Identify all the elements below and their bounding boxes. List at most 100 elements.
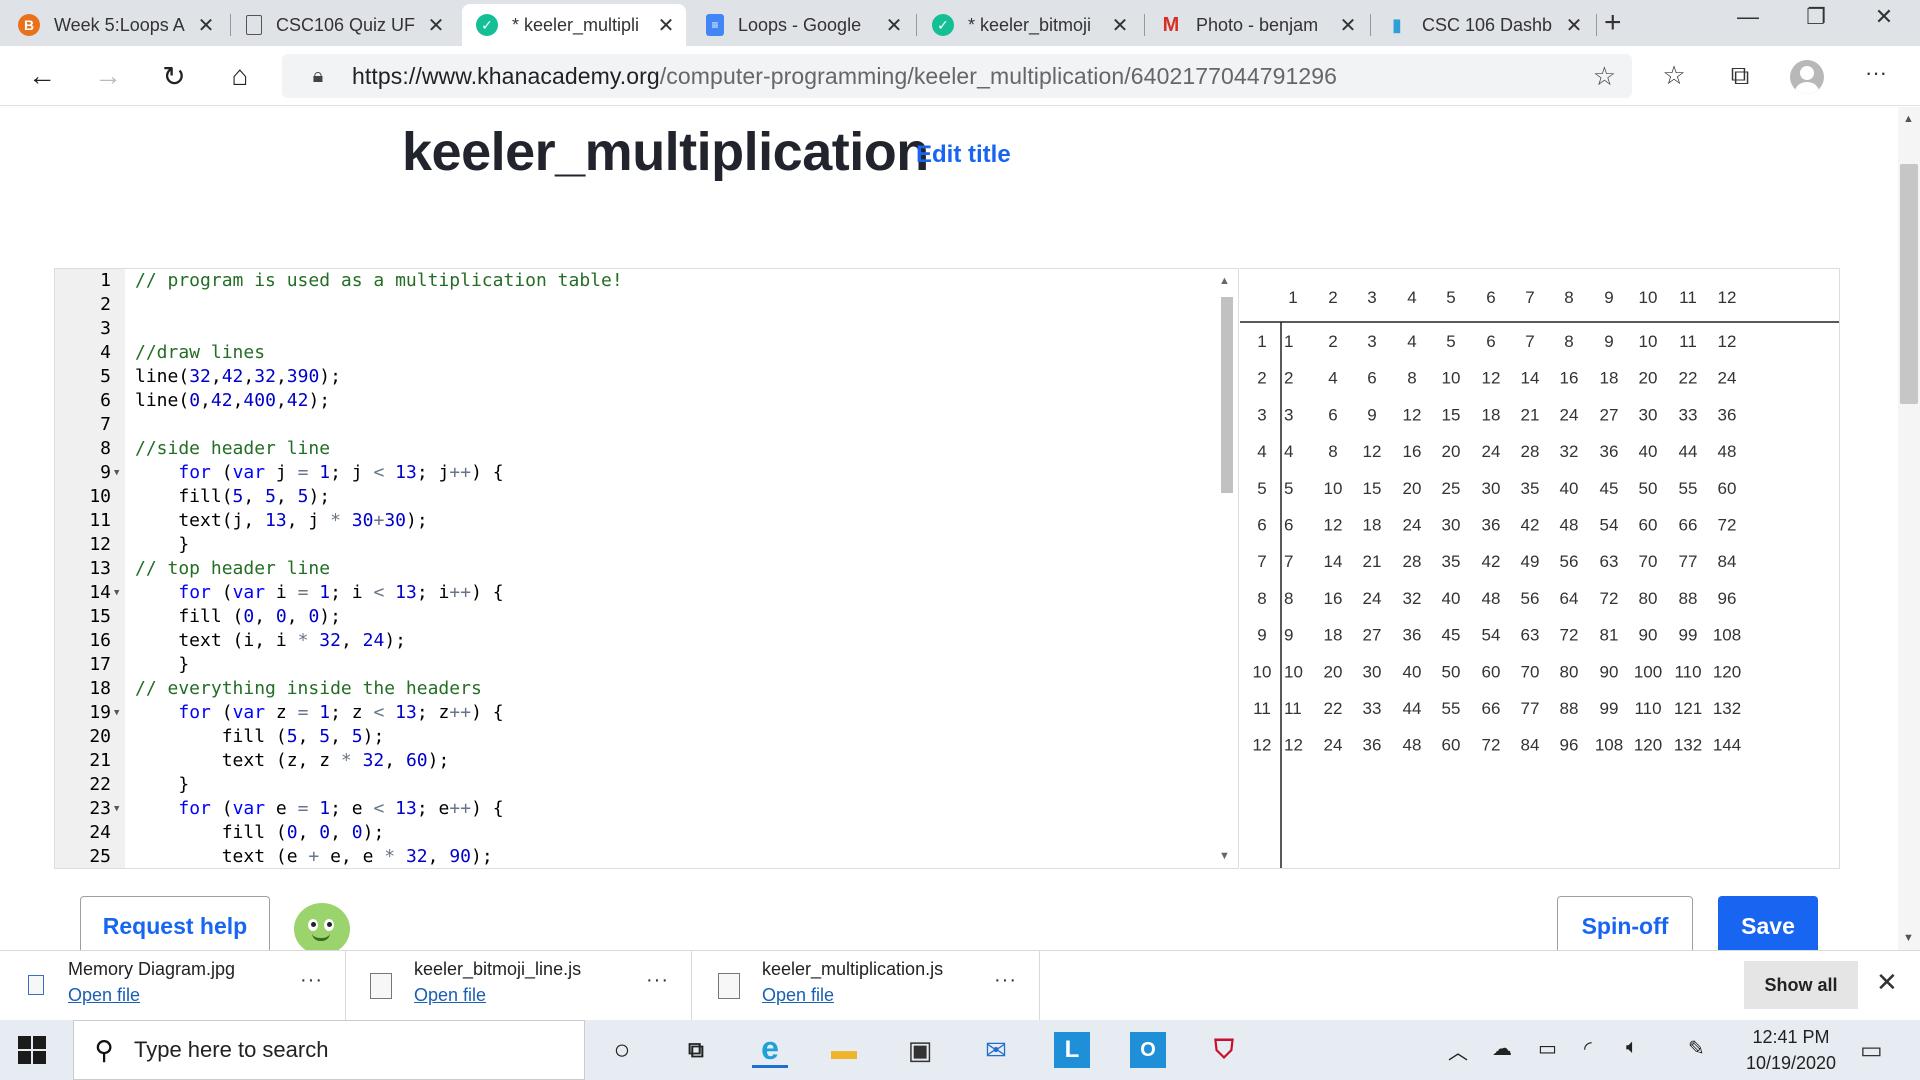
tab-keeler-bitmoji[interactable]: ✓ * keeler_bitmoji ✕	[918, 4, 1140, 46]
code-line[interactable]: 24 fill (0, 0, 0);	[55, 821, 1215, 845]
notification-icon[interactable]: ▭	[1860, 1036, 1883, 1065]
o-app-icon[interactable]: O	[1130, 1032, 1166, 1068]
close-downloads-icon[interactable]: ✕	[1876, 967, 1898, 998]
code-line[interactable]: 19 ▼ for (var z = 1; z < 13; z++) {	[55, 701, 1215, 725]
code-line[interactable]: 4 //draw lines	[55, 341, 1215, 365]
page-scrollbar[interactable]: ▲ ▼	[1898, 107, 1920, 950]
profile-avatar[interactable]	[1790, 60, 1824, 94]
tab-week5-loops[interactable]: B Week 5:Loops A ✕	[4, 4, 226, 46]
l-app-icon[interactable]: L	[1054, 1032, 1090, 1068]
open-file-link[interactable]: Open file	[762, 985, 834, 1006]
tab-keeler-multiplication[interactable]: ✓ * keeler_multipli ✕	[462, 4, 686, 46]
edge-browser-icon[interactable]: e	[752, 1030, 788, 1068]
minimize-icon[interactable]: —	[1728, 4, 1768, 30]
code-line[interactable]: 9 ▼ for (var j = 1; j < 13; j++) {	[55, 461, 1215, 485]
open-file-link[interactable]: Open file	[68, 985, 140, 1006]
page-scrollbar-thumb[interactable]	[1900, 164, 1918, 404]
download-item[interactable]: keeler_bitmoji_line.js Open file ···	[346, 951, 692, 1021]
fold-arrow-icon[interactable]: ▼	[114, 701, 119, 725]
close-icon[interactable]: ✕	[1338, 13, 1358, 38]
scroll-down-icon[interactable]: ▼	[1903, 932, 1914, 944]
volume-icon[interactable]: 🔈︎	[1626, 1036, 1638, 1059]
fold-arrow-icon[interactable]: ▼	[114, 461, 119, 485]
scroll-up-icon[interactable]: ▲	[1219, 275, 1230, 287]
code-line[interactable]: 5 line(32,42,32,390);	[55, 365, 1215, 389]
back-arrow-icon[interactable]: ←	[24, 58, 60, 94]
save-button[interactable]: Save	[1718, 896, 1818, 956]
restore-icon[interactable]: ❐	[1796, 4, 1836, 30]
code-line[interactable]: 14 ▼ for (var i = 1; i < 13; i++) {	[55, 581, 1215, 605]
scrollbar-thumb[interactable]	[1221, 297, 1233, 493]
code-line[interactable]: 21 text (z, z * 32, 60);	[55, 749, 1215, 773]
system-clock[interactable]: 12:41 PM 10/19/2020	[1736, 1024, 1846, 1076]
code-line[interactable]: 23 ▼ for (var e = 1; e < 13; e++) {	[55, 797, 1215, 821]
store-icon[interactable]: ▣	[902, 1032, 938, 1068]
pen-icon[interactable]: ✎	[1688, 1036, 1705, 1061]
refresh-icon[interactable]: ↻	[156, 58, 192, 94]
code-line[interactable]: 11 text(j, 13, j * 30+30);	[55, 509, 1215, 533]
code-line[interactable]: 6 line(0,42,400,42);	[55, 389, 1215, 413]
tab-gmail-photo[interactable]: M Photo - benjam ✕	[1146, 4, 1368, 46]
open-file-link[interactable]: Open file	[414, 985, 486, 1006]
window-close-icon[interactable]: ✕	[1864, 4, 1904, 30]
close-icon[interactable]: ✕	[1564, 13, 1584, 38]
mascot-avatar-icon[interactable]	[294, 903, 350, 955]
scroll-up-icon[interactable]: ▲	[1903, 113, 1914, 125]
address-bar[interactable]: 🔒︎ https://www.khanacademy.org/computer-…	[282, 54, 1632, 98]
code-line[interactable]: 18 // everything inside the headers	[55, 677, 1215, 701]
code-line[interactable]: 15 fill (0, 0, 0);	[55, 605, 1215, 629]
tab-csc106-dashboard[interactable]: ▮ CSC 106 Dashb ✕	[1372, 4, 1594, 46]
close-icon[interactable]: ✕	[656, 13, 676, 38]
mail-icon[interactable]: ✉	[978, 1032, 1014, 1068]
new-tab-plus-icon[interactable]: +	[1604, 6, 1622, 40]
favorite-star-icon[interactable]: ☆	[1593, 61, 1616, 92]
collections-icon[interactable]: ⧉	[1722, 60, 1758, 92]
onedrive-cloud-icon[interactable]: ☁	[1492, 1036, 1512, 1061]
close-icon[interactable]: ✕	[1110, 13, 1130, 38]
code-editor[interactable]: 1 // program is used as a multiplication …	[54, 268, 1239, 869]
code-line[interactable]: 20 fill (5, 5, 5);	[55, 725, 1215, 749]
spin-off-button[interactable]: Spin-off	[1557, 896, 1693, 956]
home-icon[interactable]: ⌂	[222, 58, 258, 94]
scroll-down-icon[interactable]: ▼	[1219, 850, 1230, 862]
taskbar-search-box[interactable]: ⚲ Type here to search	[73, 1020, 585, 1080]
request-help-button[interactable]: Request help	[80, 896, 270, 956]
battery-icon[interactable]: ▭	[1538, 1036, 1557, 1061]
code-line[interactable]: 3	[55, 317, 1215, 341]
windows-start-icon[interactable]	[18, 1036, 46, 1064]
close-icon[interactable]: ✕	[196, 13, 216, 38]
url-text[interactable]: https://www.khanacademy.org/computer-pro…	[352, 63, 1337, 90]
editor-scrollbar[interactable]: ▲ ▼	[1215, 269, 1238, 868]
download-item[interactable]: Memory Diagram.jpg Open file ···	[0, 951, 346, 1021]
task-view-icon[interactable]: ⧉	[678, 1032, 714, 1068]
mcafee-shield-icon[interactable]: ⛉	[1206, 1032, 1242, 1068]
code-line[interactable]: 13 // top header line	[55, 557, 1215, 581]
edit-title-link[interactable]: Edit title	[916, 141, 1011, 169]
code-line[interactable]: 2	[55, 293, 1215, 317]
file-explorer-icon[interactable]: ▬	[826, 1032, 862, 1068]
code-line[interactable]: 16 text (i, i * 32, 24);	[55, 629, 1215, 653]
download-item[interactable]: keeler_multiplication.js Open file ···	[694, 951, 1040, 1021]
code-line[interactable]: 7	[55, 413, 1215, 437]
code-line[interactable]: 10 fill(5, 5, 5);	[55, 485, 1215, 509]
close-icon[interactable]: ✕	[884, 13, 904, 38]
close-icon[interactable]: ✕	[426, 13, 446, 38]
tray-chevron-icon[interactable]: ︿	[1448, 1036, 1468, 1065]
code-line[interactable]: 25 text (e + e, e * 32, 90);	[55, 845, 1215, 868]
fold-arrow-icon[interactable]: ▼	[114, 581, 119, 605]
code-line[interactable]: 22 }	[55, 773, 1215, 797]
wifi-icon[interactable]: ◜	[1584, 1036, 1592, 1061]
tab-csc106-quiz[interactable]: CSC106 Quiz UF ✕	[232, 4, 456, 46]
code-line[interactable]: 12 }	[55, 533, 1215, 557]
program-output-canvas[interactable]: 1 2 3 4 5 6 7 8 9 10 11 12 1 1 2 3 4 5 6 7 8 9 10 11 12 2 2 4 6 8 10 12…	[1240, 268, 1840, 869]
forward-arrow-icon[interactable]: →	[90, 58, 126, 94]
code-line[interactable]: 1 // program is used as a multiplication …	[55, 269, 1215, 293]
more-menu-icon[interactable]: ···	[1858, 60, 1894, 86]
more-options-icon[interactable]: ···	[300, 969, 323, 992]
show-all-downloads-button[interactable]: Show all	[1744, 961, 1858, 1009]
fold-arrow-icon[interactable]: ▼	[114, 797, 119, 821]
code-lines[interactable]: 1 // program is used as a multiplication …	[55, 269, 1215, 868]
cortana-icon[interactable]: ○	[604, 1032, 640, 1068]
favorites-list-icon[interactable]: ☆	[1656, 60, 1692, 91]
code-line[interactable]: 17 }	[55, 653, 1215, 677]
